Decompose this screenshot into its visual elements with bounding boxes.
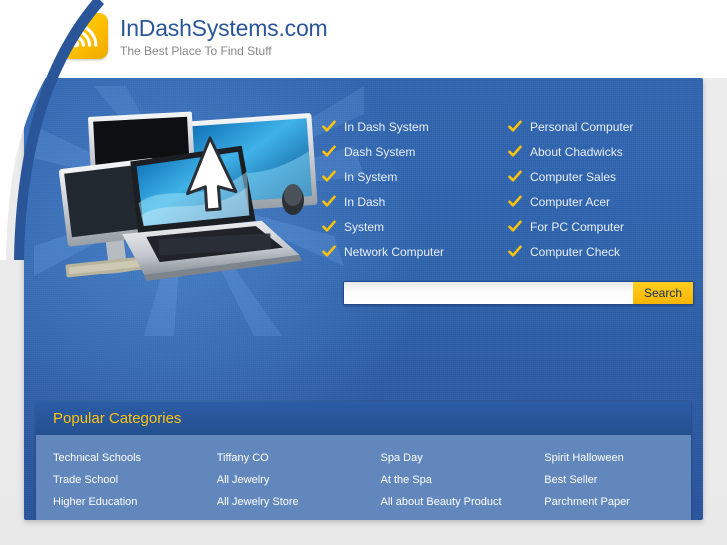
search-bar: Search	[343, 281, 694, 305]
category-link[interactable]: Higher Education	[53, 496, 137, 508]
wifi-signal-icon[interactable]	[62, 13, 108, 59]
category-link[interactable]: Parchment Paper	[544, 496, 630, 508]
list-item[interactable]: Trade School	[36, 469, 200, 491]
category-link[interactable]: Spirit Halloween	[544, 452, 623, 464]
quick-link-label[interactable]: In Dash System	[344, 120, 429, 134]
category-link[interactable]: At the Spa	[381, 474, 432, 486]
quick-link-label[interactable]: About Chadwicks	[530, 145, 623, 159]
link-row[interactable]: For PC Computer	[508, 214, 694, 239]
category-link[interactable]: All Jewelry Store	[217, 496, 299, 508]
link-row[interactable]: In Dash	[322, 189, 508, 214]
quick-links: In Dash System Dash System In System In …	[322, 114, 694, 264]
list-item[interactable]: All Jewelry Store	[200, 491, 364, 513]
page-root: InDashSystems.com The Best Place To Find…	[0, 0, 727, 545]
quick-link-label[interactable]: Personal Computer	[530, 120, 633, 134]
category-link[interactable]: All Jewelry	[217, 474, 270, 486]
search-button[interactable]: Search	[633, 282, 693, 304]
link-row[interactable]: Computer Acer	[508, 189, 694, 214]
check-icon	[508, 120, 522, 132]
search-input[interactable]	[344, 282, 633, 304]
link-row[interactable]: Computer Check	[508, 239, 694, 264]
brand-block[interactable]: InDashSystems.com The Best Place To Find…	[62, 8, 328, 59]
check-icon	[322, 120, 336, 132]
popular-categories-panel: Popular Categories Technical Schools Tif…	[36, 402, 691, 520]
list-item[interactable]: All Jewelry	[200, 469, 364, 491]
link-row[interactable]: Computer Sales	[508, 164, 694, 189]
list-item[interactable]: Spirit Halloween	[527, 447, 691, 469]
quick-link-label[interactable]: Network Computer	[344, 245, 444, 259]
site-header: InDashSystems.com The Best Place To Find…	[0, 0, 727, 78]
category-link[interactable]: Technical Schools	[53, 452, 141, 464]
computers-monitors-laptop-cursor-image	[58, 111, 318, 281]
hero-panel: In Dash System Dash System In System In …	[24, 78, 703, 520]
quick-link-label[interactable]: Computer Sales	[530, 170, 616, 184]
link-row[interactable]: In Dash System	[322, 114, 508, 139]
quick-links-column-right: Personal Computer About Chadwicks Comput…	[508, 114, 694, 264]
quick-link-label[interactable]: Dash System	[344, 145, 415, 159]
quick-link-label[interactable]: In System	[344, 170, 397, 184]
check-icon	[508, 220, 522, 232]
quick-link-label[interactable]: Computer Acer	[530, 195, 610, 209]
list-item[interactable]: Higher Education	[36, 491, 200, 513]
check-icon	[508, 245, 522, 257]
check-icon	[508, 195, 522, 207]
link-row[interactable]: Network Computer	[322, 239, 508, 264]
link-row[interactable]: Dash System	[322, 139, 508, 164]
list-item[interactable]: Tiffany CO	[200, 447, 364, 469]
quick-link-label[interactable]: System	[344, 220, 384, 234]
list-item[interactable]: Best Seller	[527, 469, 691, 491]
link-row[interactable]: Personal Computer	[508, 114, 694, 139]
check-icon	[322, 245, 336, 257]
list-item[interactable]: Parchment Paper	[527, 491, 691, 513]
popular-categories-body: Technical Schools Tiffany CO Spa Day Spi…	[36, 435, 691, 520]
brand-text: InDashSystems.com The Best Place To Find…	[120, 8, 328, 59]
category-link[interactable]: All about Beauty Product	[381, 496, 502, 508]
quick-link-label[interactable]: In Dash	[344, 195, 385, 209]
list-item[interactable]: Technical Schools	[36, 447, 200, 469]
check-icon	[508, 170, 522, 182]
link-row[interactable]: About Chadwicks	[508, 139, 694, 164]
list-item[interactable]: At the Spa	[364, 469, 528, 491]
category-link[interactable]: Best Seller	[544, 474, 597, 486]
link-row[interactable]: System	[322, 214, 508, 239]
check-icon	[508, 145, 522, 157]
check-icon	[322, 220, 336, 232]
brand-tagline: The Best Place To Find Stuff	[120, 44, 272, 58]
popular-categories-header: Popular Categories	[36, 402, 691, 435]
category-link[interactable]: Trade School	[53, 474, 118, 486]
quick-link-label[interactable]: Computer Check	[530, 245, 620, 259]
link-row[interactable]: In System	[322, 164, 508, 189]
page-title: InDashSystems.com	[120, 15, 328, 41]
quick-links-column-left: In Dash System Dash System In System In …	[322, 114, 508, 264]
list-item[interactable]: Spa Day	[364, 447, 528, 469]
category-link[interactable]: Tiffany CO	[217, 452, 269, 464]
list-item[interactable]: All about Beauty Product	[364, 491, 528, 513]
check-icon	[322, 195, 336, 207]
check-icon	[322, 145, 336, 157]
popular-categories-grid: Technical Schools Tiffany CO Spa Day Spi…	[36, 447, 691, 513]
popular-categories-title: Popular Categories	[53, 410, 182, 427]
check-icon	[322, 170, 336, 182]
quick-link-label[interactable]: For PC Computer	[530, 220, 624, 234]
category-link[interactable]: Spa Day	[381, 452, 423, 464]
